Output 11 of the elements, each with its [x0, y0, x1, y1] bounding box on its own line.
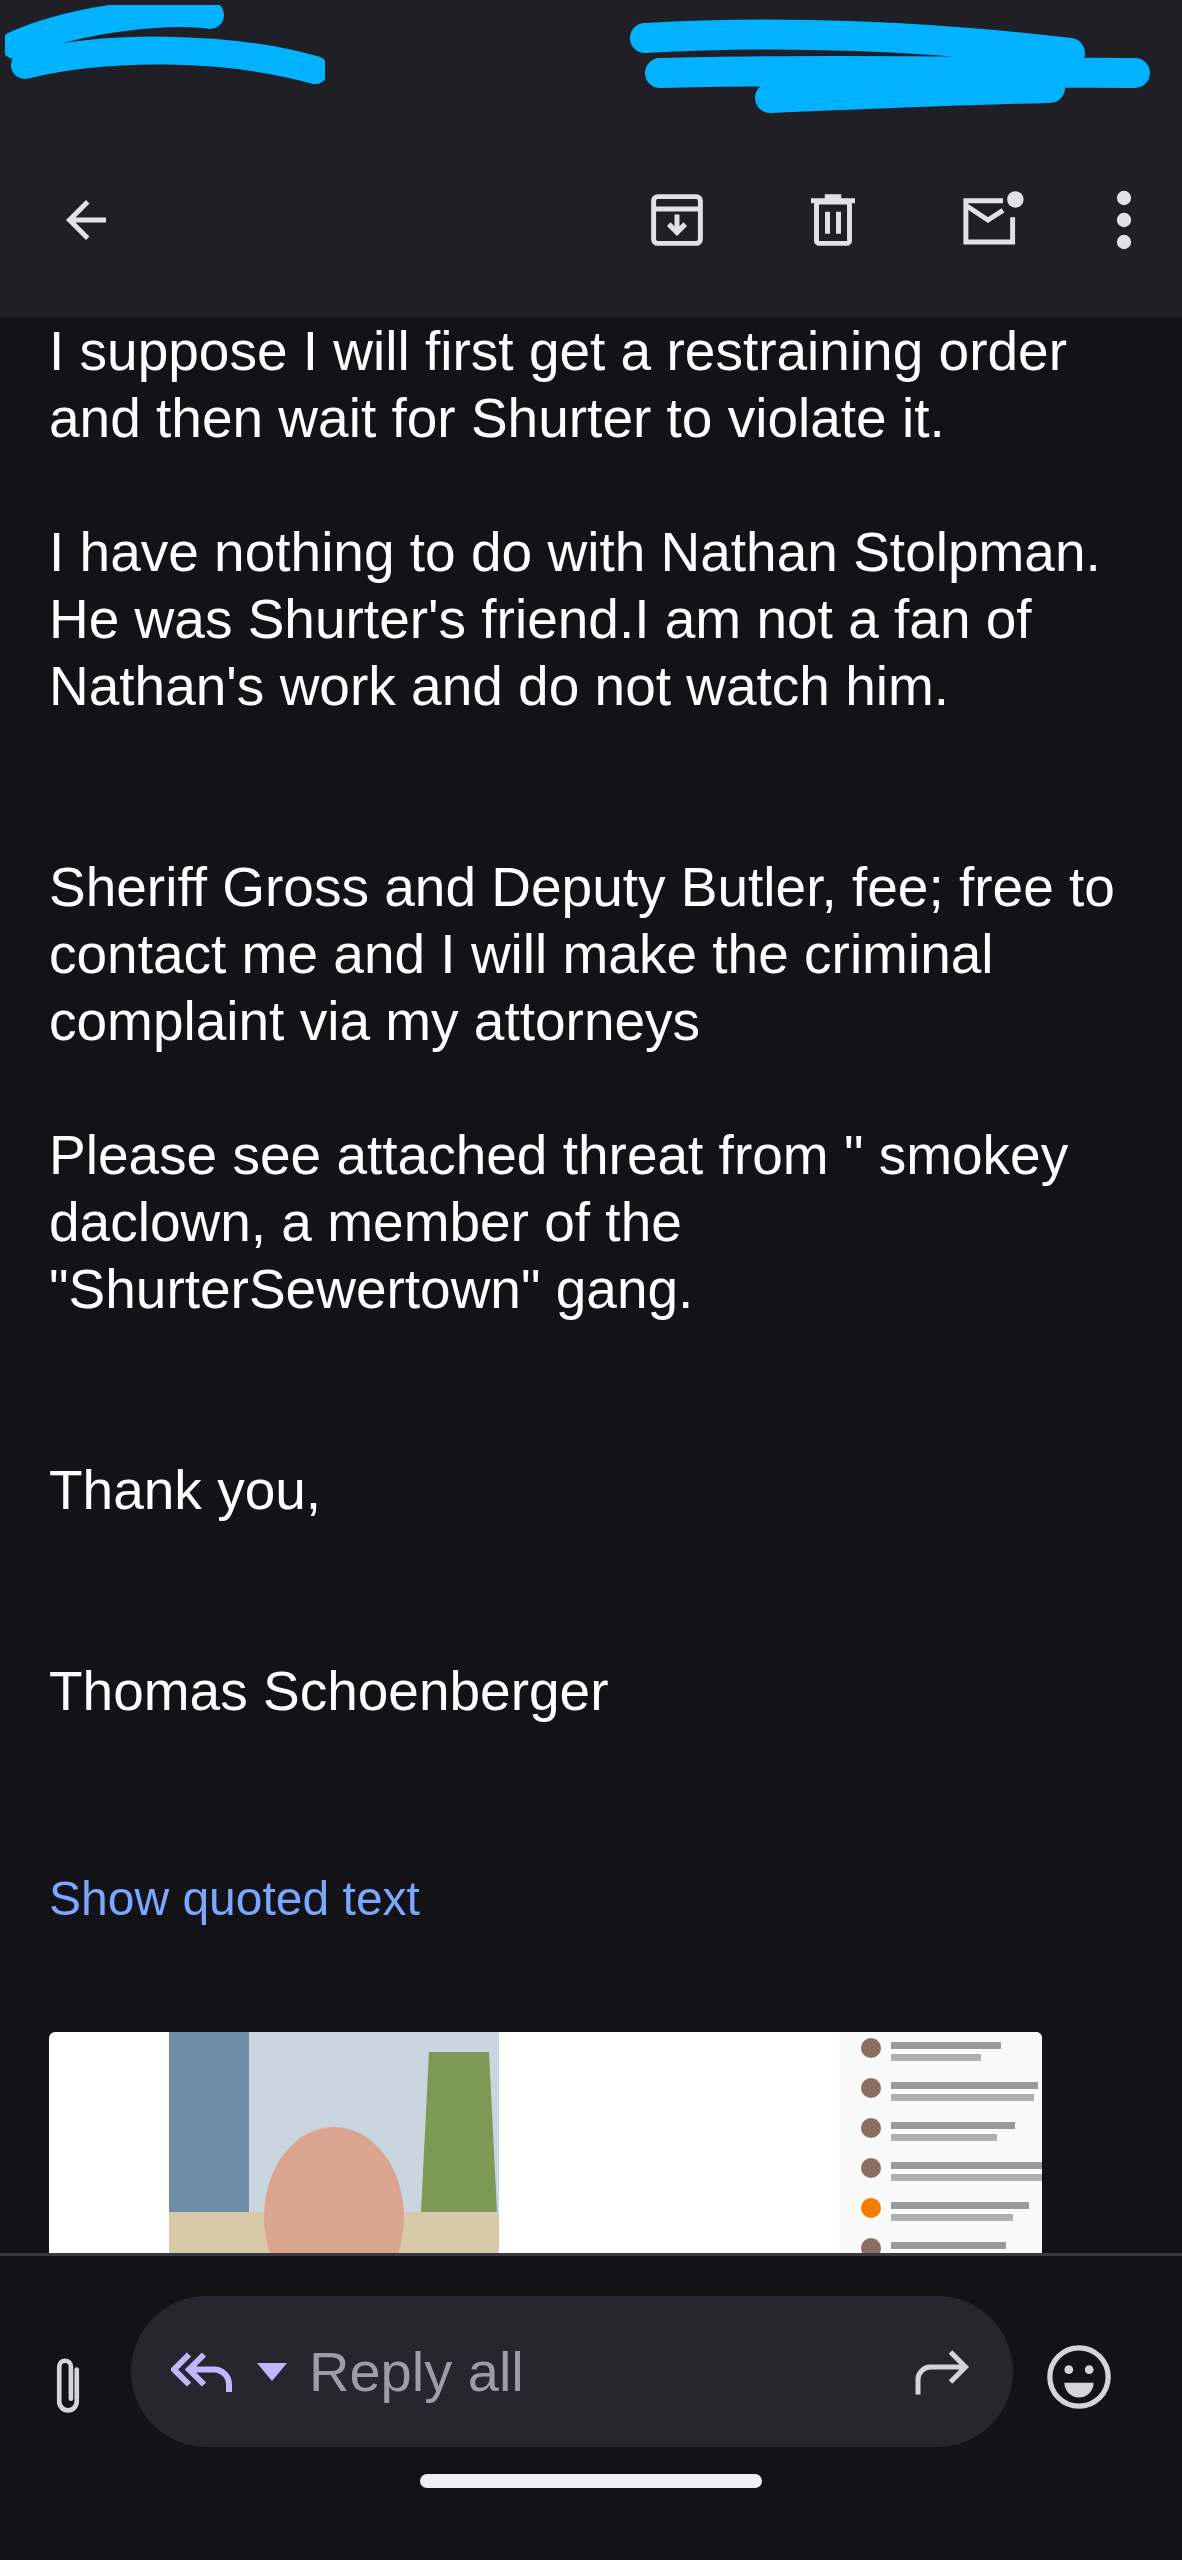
- message-paragraph: I have nothing to do with Nathan Stolpman. He was Shurter's friend.I am not a fan of Nathan's work and do not watch him.: [49, 520, 1102, 719]
- message-paragraph: Thomas Schoenberger: [49, 1659, 610, 1724]
- message-paragraph: Please see attached threat from " smokey daclown, a member of the "ShurterSewertown" gang.: [49, 1123, 1070, 1322]
- reply-bar[interactable]: Reply all: [131, 2296, 1013, 2447]
- show-quoted-link[interactable]: Show quoted text: [49, 1865, 420, 1932]
- message-paragraph: Sheriff Gross and Deputy Butler, fee; free to contact me and I will make the criminal complaint via my attorneys: [49, 855, 1116, 1054]
- message-paragraph: I suppose I will first get a restraining order and then wait for Shurter to violate it.: [49, 319, 1068, 451]
- emoji-icon[interactable]: [1044, 2342, 1114, 2412]
- reply-field[interactable]: Reply all: [307, 2328, 893, 2415]
- message-paragraph: Thank you,: [49, 1458, 323, 1523]
- dropdown-icon[interactable]: [257, 2362, 287, 2381]
